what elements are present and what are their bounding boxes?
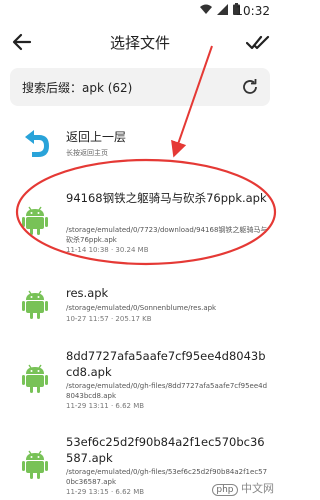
android-icon	[22, 364, 48, 393]
app-bar: 选择文件	[0, 22, 280, 62]
refresh-icon[interactable]	[240, 77, 260, 97]
file-name: 8dd7727afa5aafe7cf95ee4d8043bcd8.apk	[66, 349, 266, 379]
file-meta: 11-14 10:38 · 30.24 MB	[66, 246, 149, 254]
return-arrow-icon	[25, 130, 49, 157]
parent-directory-item[interactable]: 返回上一层 长按返回主页	[0, 120, 280, 170]
status-icons	[200, 3, 240, 15]
parent-directory-label: 返回上一层	[66, 130, 127, 144]
parent-directory-hint: 长按返回主页	[66, 149, 108, 157]
page-title: 选择文件	[109, 34, 170, 52]
search-label: 搜索后缀：apk (62)	[22, 81, 133, 95]
file-meta: 11-29 13:15 · 6.62 MB	[66, 488, 145, 496]
wifi-icon	[200, 4, 212, 14]
file-list-item[interactable]: 8dd7727afa5aafe7cf95ee4d8043bcd8.apk /st…	[0, 348, 280, 412]
file-path: /storage/emulated/0/7723/download/94168钢…	[66, 226, 268, 244]
file-name: 94168钢铁之躯骑马与砍杀76ppk.apk	[66, 191, 267, 205]
signal-icon	[217, 3, 228, 15]
watermark: php 中文网	[212, 480, 274, 496]
status-time: 10:32	[235, 4, 270, 18]
file-path: /storage/emulated/0/gh-files/8dd7727afa5…	[66, 382, 268, 400]
file-list-item[interactable]: 94168钢铁之躯骑马与砍杀76ppk.apk /storage/emulate…	[0, 190, 280, 262]
file-path: /storage/emulated/0/Sonnenblume/res.apk	[66, 304, 217, 312]
file-name: res.apk	[66, 286, 109, 300]
watermark-badge: php	[212, 484, 238, 496]
android-icon	[22, 450, 48, 479]
file-meta: 10-27 11:57 · 205.17 KB	[66, 315, 152, 323]
file-meta: 11-29 13:11 · 6.62 MB	[66, 402, 145, 410]
watermark-text: 中文网	[241, 482, 274, 495]
double-check-icon[interactable]	[246, 30, 270, 54]
android-icon	[22, 290, 48, 319]
search-bar[interactable]: 搜索后缀：apk (62)	[10, 68, 270, 106]
file-list-item[interactable]: res.apk /storage/emulated/0/Sonnenblume/…	[0, 285, 280, 325]
file-name: 53ef6c25d2f90b84a2f1ec570bc36587.apk	[66, 435, 265, 465]
android-icon	[22, 206, 48, 235]
status-bar: 10:32	[0, 0, 280, 22]
